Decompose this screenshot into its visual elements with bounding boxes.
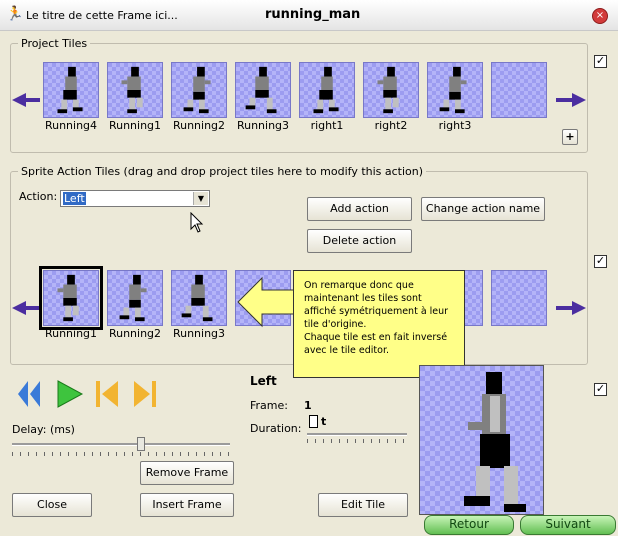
first-frame-button[interactable] — [92, 377, 126, 411]
running-man-app-icon: 🏃 — [6, 6, 24, 22]
running-man-sprite — [313, 66, 339, 114]
delay-slider-thumb[interactable] — [137, 437, 145, 451]
close-button[interactable]: Close — [12, 493, 92, 517]
change-action-name-button[interactable]: Change action name — [421, 197, 545, 221]
callout-line: Chaque tile est en fait inversé — [304, 332, 448, 343]
close-window-icon[interactable]: × — [592, 8, 608, 24]
callout-line: On remarque donc que — [304, 280, 414, 291]
add-tile-button[interactable]: + — [562, 129, 578, 145]
preview-checkbox[interactable]: ✓ — [594, 383, 607, 396]
callout-line: affiché symétriquement à leur — [304, 306, 449, 317]
chevron-down-icon[interactable]: ▼ — [193, 192, 208, 205]
duration-label: Duration: — [250, 422, 302, 435]
duration-field[interactable]: t — [307, 415, 329, 429]
project-tile-label: Running1 — [108, 119, 162, 132]
action-scroll-left-icon[interactable] — [12, 301, 26, 315]
project-tile[interactable] — [363, 62, 419, 118]
action-select[interactable]: Left ▼ — [60, 190, 210, 207]
project-tile-label: Running4 — [44, 119, 98, 132]
sprite-action-group-label: Sprite Action Tiles (drag and drop proje… — [18, 165, 427, 178]
action-scroll-right-icon[interactable] — [572, 301, 586, 315]
duration-slider-track[interactable] — [307, 433, 407, 436]
project-scroll-left-icon[interactable] — [12, 93, 26, 107]
running-man-sprite — [57, 274, 79, 322]
running-man-sprite — [181, 274, 213, 322]
action-tile-label: Running2 — [108, 327, 162, 340]
mouse-cursor-icon — [190, 212, 204, 233]
retour-button[interactable]: Retour — [424, 515, 514, 535]
action-tile-label: Running1 — [44, 327, 98, 340]
suivant-button[interactable]: Suivant — [520, 515, 616, 535]
callout-arrow-icon — [237, 276, 296, 328]
rewind-button[interactable] — [12, 377, 46, 411]
running-man-sprite — [377, 66, 399, 114]
delay-label: Delay: (ms) — [12, 423, 75, 436]
callout-line: tile d'origine. — [304, 319, 367, 330]
frame-label: Frame: — [250, 399, 288, 412]
project-tiles-group-label: Project Tiles — [18, 37, 91, 50]
play-icon — [57, 380, 84, 408]
application-window: 🏃 Le titre de cette Frame ici... running… — [0, 0, 618, 536]
project-tiles-checkbox[interactable]: ✓ — [594, 55, 607, 68]
duration-value: t — [321, 415, 327, 428]
project-scroll-right-icon[interactable] — [572, 93, 586, 107]
action-tiles-checkbox[interactable]: ✓ — [594, 255, 607, 268]
window-title: running_man — [265, 7, 361, 22]
action-tile[interactable] — [39, 266, 103, 330]
running-man-sprite — [245, 66, 277, 114]
frame-action-name: Left — [250, 374, 277, 388]
project-tile[interactable] — [107, 62, 163, 118]
edit-tile-button[interactable]: Edit Tile — [318, 493, 408, 517]
action-select-value: Left — [63, 192, 86, 205]
duration-caret-icon — [309, 415, 318, 428]
callout-line: avec le tile editor. — [304, 345, 390, 356]
play-button[interactable] — [52, 377, 86, 411]
add-action-button[interactable]: Add action — [307, 197, 412, 221]
running-man-sprite — [57, 66, 83, 114]
project-tile[interactable] — [171, 62, 227, 118]
project-tile-label: Running2 — [172, 119, 226, 132]
window-subtitle: Le titre de cette Frame ici... — [26, 9, 178, 22]
remove-frame-button[interactable]: Remove Frame — [140, 461, 234, 485]
project-tile-label: right3 — [438, 119, 472, 132]
project-tile[interactable] — [43, 62, 99, 118]
last-frame-icon — [134, 381, 156, 407]
action-tile-label: Running3 — [172, 327, 226, 340]
duration-slider-ticks — [307, 439, 407, 443]
project-tile-label: Running3 — [236, 119, 290, 132]
running-man-sprite — [439, 66, 467, 114]
delay-slider-track[interactable] — [12, 443, 230, 446]
project-tile[interactable] — [235, 62, 291, 118]
action-tile[interactable] — [171, 270, 227, 326]
running-man-sprite — [119, 274, 147, 322]
title-bar: 🏃 Le titre de cette Frame ici... running… — [0, 0, 618, 31]
project-tile-label: right1 — [310, 119, 344, 132]
action-label: Action: — [19, 190, 58, 203]
callout-line: maintenant les tiles sont — [304, 293, 422, 304]
action-tile[interactable] — [107, 270, 163, 326]
running-man-preview-sprite — [464, 372, 526, 512]
rewind-icon — [18, 381, 40, 407]
frame-preview — [419, 365, 544, 515]
last-frame-button[interactable] — [128, 377, 162, 411]
tutorial-callout: On remarque donc que maintenant les tile… — [293, 270, 465, 378]
delete-action-button[interactable]: Delete action — [307, 229, 412, 253]
project-tile-label: right2 — [374, 119, 408, 132]
project-tile[interactable] — [491, 62, 547, 118]
delay-slider-ticks — [12, 452, 230, 456]
running-man-sprite — [121, 66, 143, 114]
insert-frame-button[interactable]: Insert Frame — [140, 493, 234, 517]
frame-value: 1 — [304, 399, 312, 412]
action-tile-empty-slot[interactable] — [491, 270, 547, 326]
first-frame-icon — [96, 381, 118, 407]
running-man-sprite — [183, 66, 211, 114]
project-tile[interactable] — [427, 62, 483, 118]
project-tile[interactable] — [299, 62, 355, 118]
